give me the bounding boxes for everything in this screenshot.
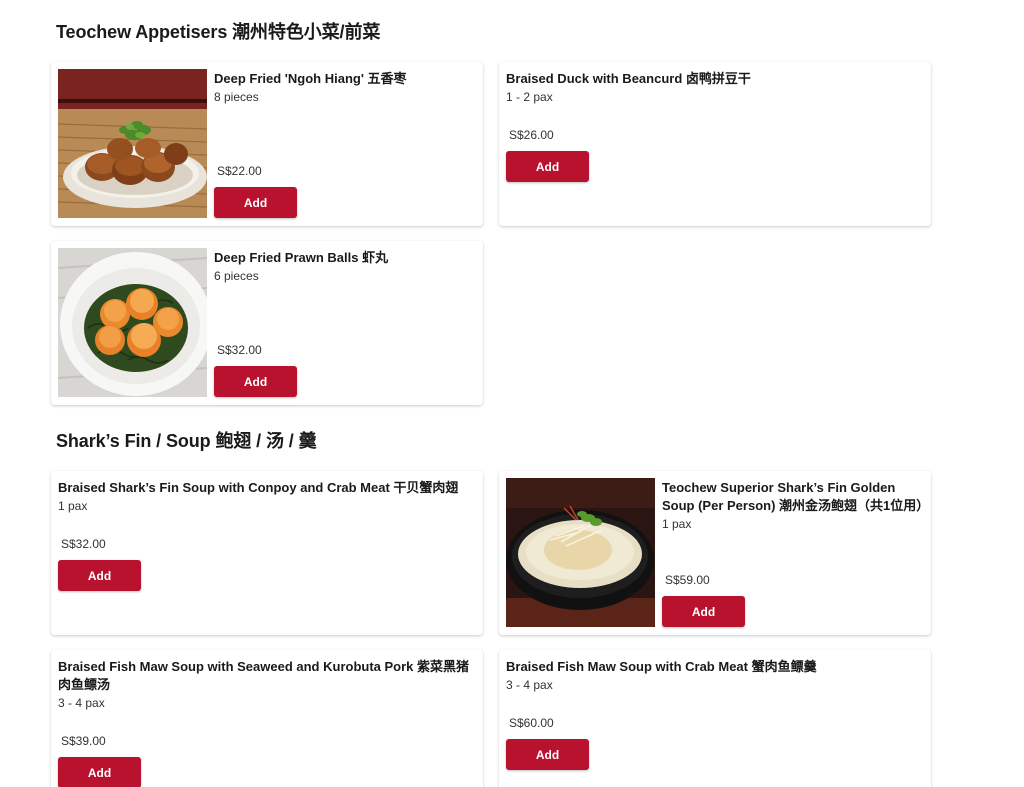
add-button[interactable]: Add bbox=[662, 596, 745, 627]
item-description: 3 - 4 pax bbox=[58, 696, 105, 710]
item-info: Deep Fried 'Ngoh Hiang' 五香枣 8 pieces bbox=[214, 70, 476, 105]
menu-item-golden-soup[interactable]: Teochew Superior Shark’s Fin Golden Soup… bbox=[499, 471, 931, 635]
item-price: S$22.00 bbox=[217, 164, 262, 178]
menu-item-braised-duck[interactable]: Braised Duck with Beancurd 卤鸭拼豆干 1 - 2 p… bbox=[499, 62, 931, 226]
item-description: 1 - 2 pax bbox=[506, 90, 553, 104]
item-name: Braised Shark’s Fin Soup with Conpoy and… bbox=[58, 480, 459, 495]
section-title-appetisers: Teochew Appetisers 潮州特色小菜/前菜 bbox=[56, 22, 381, 42]
section-title-sharks-fin-soup: Shark’s Fin / Soup 鲍翅 / 汤 / 羹 bbox=[56, 431, 317, 451]
item-name: Teochew Superior Shark’s Fin Golden Soup… bbox=[662, 480, 930, 513]
add-button[interactable]: Add bbox=[58, 560, 141, 591]
item-price: S$32.00 bbox=[217, 343, 262, 357]
menu-page: Teochew Appetisers 潮州特色小菜/前菜 Deep Fried … bbox=[0, 0, 1024, 787]
item-info: Braised Fish Maw Soup with Seaweed and K… bbox=[58, 658, 476, 711]
menu-item-prawn-balls[interactable]: Deep Fried Prawn Balls 虾丸 6 pieces S$32.… bbox=[51, 241, 483, 405]
item-name: Braised Fish Maw Soup with Crab Meat 蟹肉鱼… bbox=[506, 659, 817, 674]
add-button[interactable]: Add bbox=[214, 366, 297, 397]
item-description: 8 pieces bbox=[214, 90, 259, 104]
item-name: Deep Fried Prawn Balls 虾丸 bbox=[214, 250, 389, 265]
item-description: 6 pieces bbox=[214, 269, 259, 283]
add-button[interactable]: Add bbox=[214, 187, 297, 218]
item-info: Braised Duck with Beancurd 卤鸭拼豆干 1 - 2 p… bbox=[506, 70, 924, 105]
item-price: S$32.00 bbox=[61, 537, 106, 551]
item-info: Braised Shark’s Fin Soup with Conpoy and… bbox=[58, 479, 476, 514]
item-name: Braised Duck with Beancurd 卤鸭拼豆干 bbox=[506, 71, 751, 86]
item-info: Braised Fish Maw Soup with Crab Meat 蟹肉鱼… bbox=[506, 658, 924, 693]
ngoh-hiang-photo[interactable] bbox=[58, 69, 207, 218]
item-price: S$60.00 bbox=[509, 716, 554, 730]
item-description: 3 - 4 pax bbox=[506, 678, 553, 692]
item-price: S$59.00 bbox=[665, 573, 710, 587]
item-description: 1 pax bbox=[58, 499, 88, 513]
menu-item-fish-maw-seaweed[interactable]: Braised Fish Maw Soup with Seaweed and K… bbox=[51, 650, 483, 787]
menu-item-fish-maw-crab[interactable]: Braised Fish Maw Soup with Crab Meat 蟹肉鱼… bbox=[499, 650, 931, 787]
item-info: Deep Fried Prawn Balls 虾丸 6 pieces bbox=[214, 249, 476, 284]
item-name: Braised Fish Maw Soup with Seaweed and K… bbox=[58, 659, 470, 692]
item-price: S$26.00 bbox=[509, 128, 554, 142]
item-info: Teochew Superior Shark’s Fin Golden Soup… bbox=[662, 479, 930, 532]
golden-soup-photo[interactable] bbox=[506, 478, 655, 627]
add-button[interactable]: Add bbox=[58, 757, 141, 787]
item-description: 1 pax bbox=[662, 517, 692, 531]
add-button[interactable]: Add bbox=[506, 739, 589, 770]
menu-item-sharks-fin-conpoy[interactable]: Braised Shark’s Fin Soup with Conpoy and… bbox=[51, 471, 483, 635]
menu-item-ngoh-hiang[interactable]: Deep Fried 'Ngoh Hiang' 五香枣 8 pieces S$2… bbox=[51, 62, 483, 226]
add-button[interactable]: Add bbox=[506, 151, 589, 182]
item-name: Deep Fried 'Ngoh Hiang' 五香枣 bbox=[214, 71, 407, 86]
item-price: S$39.00 bbox=[61, 734, 106, 748]
prawn-balls-photo[interactable] bbox=[58, 248, 207, 397]
